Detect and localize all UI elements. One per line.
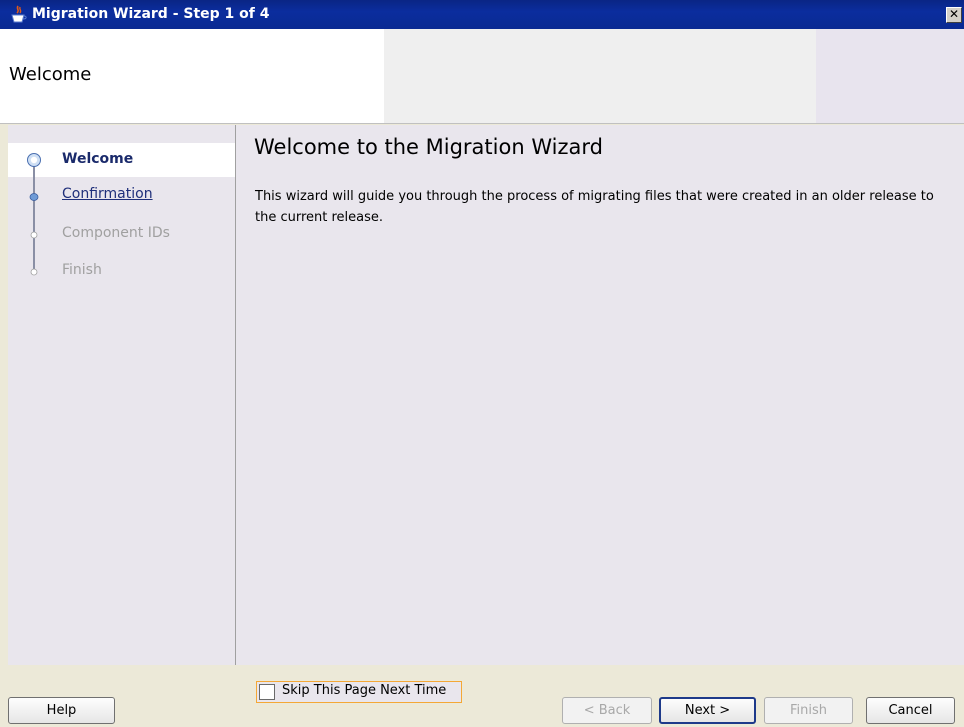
step-timeline [33,165,35,273]
content-panel: Welcome to the Migration Wizard This wiz… [236,125,964,665]
step-item-welcome[interactable]: Welcome [8,143,235,177]
step-item-component-ids: Component IDs [8,222,235,256]
step-label-welcome: Welcome [62,151,134,167]
help-button[interactable]: Help [8,697,115,724]
step-node-icon [30,231,38,239]
window-title: Migration Wizard - Step 1 of 4 [32,6,270,22]
step-label-confirmation: Confirmation [62,186,153,202]
step-node-icon [30,268,38,276]
header-art [384,29,816,123]
skip-page-checkbox[interactable]: Skip This Page Next Time [256,681,462,703]
step-label-finish: Finish [62,262,102,278]
checkbox-box[interactable] [259,684,275,700]
java-cup-icon [11,5,27,23]
step-label-component-ids: Component IDs [62,225,170,241]
step-item-finish: Finish [8,259,235,293]
header-divider [0,123,964,124]
next-button[interactable]: Next > [659,697,756,724]
step-navigator: Welcome Confirmation Component IDs Finis… [8,125,236,665]
header-band: Welcome [0,29,964,124]
title-bar: Migration Wizard - Step 1 of 4 ✕ [0,0,964,29]
skip-page-label: Skip This Page Next Time [282,683,447,698]
header-art-right [816,29,964,123]
page-description: This wizard will guide you through the p… [255,189,934,225]
step-node-icon [29,193,39,201]
step-item-confirmation[interactable]: Confirmation [8,183,235,217]
header-title: Welcome [9,64,92,85]
current-step-node-icon [27,153,41,167]
back-button[interactable]: < Back [562,697,652,724]
page-title: Welcome to the Migration Wizard [254,135,603,159]
close-button[interactable]: ✕ [946,7,962,23]
close-icon: ✕ [948,7,960,21]
cancel-button[interactable]: Cancel [866,697,955,724]
finish-button[interactable]: Finish [764,697,853,724]
